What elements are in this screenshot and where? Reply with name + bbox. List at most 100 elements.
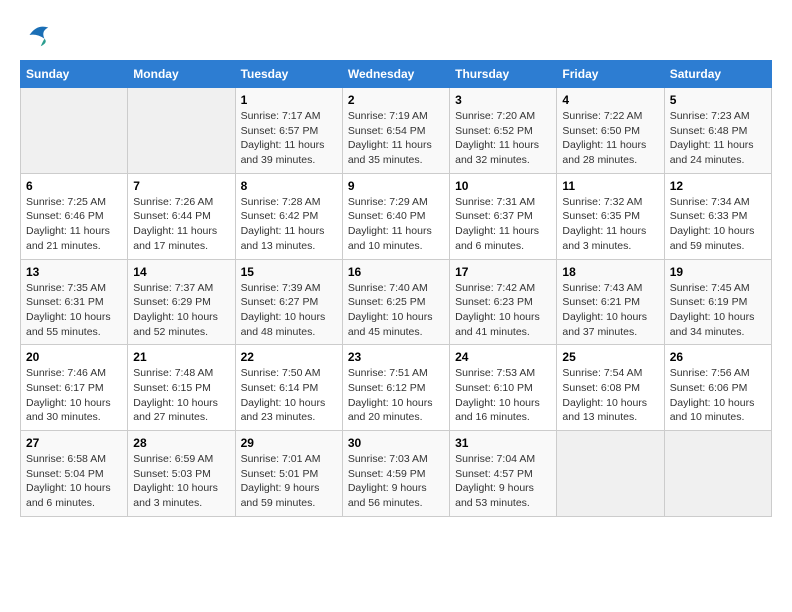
- day-number: 24: [455, 350, 551, 364]
- day-number: 3: [455, 93, 551, 107]
- day-info: Sunrise: 7:56 AM Sunset: 6:06 PM Dayligh…: [670, 366, 766, 425]
- calendar-week-row: 1 Sunrise: 7:17 AM Sunset: 6:57 PM Daylig…: [21, 88, 772, 174]
- calendar-week-row: 6 Sunrise: 7:25 AM Sunset: 6:46 PM Daylig…: [21, 173, 772, 259]
- calendar-cell: 24 Sunrise: 7:53 AM Sunset: 6:10 PM Dayli…: [450, 345, 557, 431]
- calendar-header-row: SundayMondayTuesdayWednesdayThursdayFrid…: [21, 61, 772, 88]
- day-number: 29: [241, 436, 337, 450]
- day-info: Sunrise: 7:20 AM Sunset: 6:52 PM Dayligh…: [455, 109, 551, 168]
- calendar-cell: 3 Sunrise: 7:20 AM Sunset: 6:52 PM Daylig…: [450, 88, 557, 174]
- day-info: Sunrise: 7:54 AM Sunset: 6:08 PM Dayligh…: [562, 366, 658, 425]
- day-info: Sunrise: 7:43 AM Sunset: 6:21 PM Dayligh…: [562, 281, 658, 340]
- day-number: 7: [133, 179, 229, 193]
- day-number: 4: [562, 93, 658, 107]
- day-number: 31: [455, 436, 551, 450]
- day-header-monday: Monday: [128, 61, 235, 88]
- page-header: [20, 20, 772, 50]
- day-number: 5: [670, 93, 766, 107]
- day-info: Sunrise: 7:17 AM Sunset: 6:57 PM Dayligh…: [241, 109, 337, 168]
- calendar-cell: 7 Sunrise: 7:26 AM Sunset: 6:44 PM Daylig…: [128, 173, 235, 259]
- day-info: Sunrise: 7:34 AM Sunset: 6:33 PM Dayligh…: [670, 195, 766, 254]
- calendar-cell: 19 Sunrise: 7:45 AM Sunset: 6:19 PM Dayli…: [664, 259, 771, 345]
- calendar-cell: 5Sunrise: 7:23 AM Sunset: 6:48 PM Daylig…: [664, 88, 771, 174]
- calendar-cell: 12 Sunrise: 7:34 AM Sunset: 6:33 PM Dayli…: [664, 173, 771, 259]
- day-info: Sunrise: 7:37 AM Sunset: 6:29 PM Dayligh…: [133, 281, 229, 340]
- calendar-week-row: 20 Sunrise: 7:46 AM Sunset: 6:17 PM Dayli…: [21, 345, 772, 431]
- day-info: Sunrise: 7:29 AM Sunset: 6:40 PM Dayligh…: [348, 195, 444, 254]
- calendar-cell: 23 Sunrise: 7:51 AM Sunset: 6:12 PM Dayli…: [342, 345, 449, 431]
- calendar-cell: 20 Sunrise: 7:46 AM Sunset: 6:17 PM Dayli…: [21, 345, 128, 431]
- day-info: Sunrise: 7:48 AM Sunset: 6:15 PM Dayligh…: [133, 366, 229, 425]
- day-number: 10: [455, 179, 551, 193]
- calendar-cell: 25Sunrise: 7:54 AM Sunset: 6:08 PM Dayli…: [557, 345, 664, 431]
- calendar-cell: 4 Sunrise: 7:22 AM Sunset: 6:50 PM Daylig…: [557, 88, 664, 174]
- day-info: Sunrise: 6:58 AM Sunset: 5:04 PM Dayligh…: [26, 452, 122, 511]
- day-info: Sunrise: 7:42 AM Sunset: 6:23 PM Dayligh…: [455, 281, 551, 340]
- day-number: 18: [562, 265, 658, 279]
- logo: [20, 20, 52, 50]
- day-number: 12: [670, 179, 766, 193]
- day-number: 8: [241, 179, 337, 193]
- day-number: 11: [562, 179, 658, 193]
- day-number: 19: [670, 265, 766, 279]
- day-header-saturday: Saturday: [664, 61, 771, 88]
- calendar-cell: 9Sunrise: 7:29 AM Sunset: 6:40 PM Daylig…: [342, 173, 449, 259]
- calendar-week-row: 13 Sunrise: 7:35 AM Sunset: 6:31 PM Dayli…: [21, 259, 772, 345]
- calendar-table: SundayMondayTuesdayWednesdayThursdayFrid…: [20, 60, 772, 517]
- day-info: Sunrise: 6:59 AM Sunset: 5:03 PM Dayligh…: [133, 452, 229, 511]
- day-info: Sunrise: 7:46 AM Sunset: 6:17 PM Dayligh…: [26, 366, 122, 425]
- day-info: Sunrise: 7:19 AM Sunset: 6:54 PM Dayligh…: [348, 109, 444, 168]
- day-info: Sunrise: 7:39 AM Sunset: 6:27 PM Dayligh…: [241, 281, 337, 340]
- day-info: Sunrise: 7:40 AM Sunset: 6:25 PM Dayligh…: [348, 281, 444, 340]
- calendar-cell: 8 Sunrise: 7:28 AM Sunset: 6:42 PM Daylig…: [235, 173, 342, 259]
- day-info: Sunrise: 7:26 AM Sunset: 6:44 PM Dayligh…: [133, 195, 229, 254]
- calendar-cell: 15 Sunrise: 7:39 AM Sunset: 6:27 PM Dayli…: [235, 259, 342, 345]
- day-info: Sunrise: 7:01 AM Sunset: 5:01 PM Dayligh…: [241, 452, 337, 511]
- calendar-cell: [664, 431, 771, 517]
- calendar-cell: 10Sunrise: 7:31 AM Sunset: 6:37 PM Dayli…: [450, 173, 557, 259]
- calendar-cell: 30 Sunrise: 7:03 AM Sunset: 4:59 PM Dayli…: [342, 431, 449, 517]
- day-info: Sunrise: 7:25 AM Sunset: 6:46 PM Dayligh…: [26, 195, 122, 254]
- day-info: Sunrise: 7:53 AM Sunset: 6:10 PM Dayligh…: [455, 366, 551, 425]
- calendar-cell: 17Sunrise: 7:42 AM Sunset: 6:23 PM Dayli…: [450, 259, 557, 345]
- day-header-tuesday: Tuesday: [235, 61, 342, 88]
- calendar-cell: 22Sunrise: 7:50 AM Sunset: 6:14 PM Dayli…: [235, 345, 342, 431]
- calendar-cell: 18 Sunrise: 7:43 AM Sunset: 6:21 PM Dayli…: [557, 259, 664, 345]
- day-number: 23: [348, 350, 444, 364]
- day-info: Sunrise: 7:03 AM Sunset: 4:59 PM Dayligh…: [348, 452, 444, 511]
- calendar-cell: 1 Sunrise: 7:17 AM Sunset: 6:57 PM Daylig…: [235, 88, 342, 174]
- calendar-cell: 28 Sunrise: 6:59 AM Sunset: 5:03 PM Dayli…: [128, 431, 235, 517]
- day-info: Sunrise: 7:28 AM Sunset: 6:42 PM Dayligh…: [241, 195, 337, 254]
- calendar-cell: 27 Sunrise: 6:58 AM Sunset: 5:04 PM Dayli…: [21, 431, 128, 517]
- calendar-cell: 26 Sunrise: 7:56 AM Sunset: 6:06 PM Dayli…: [664, 345, 771, 431]
- day-info: Sunrise: 7:04 AM Sunset: 4:57 PM Dayligh…: [455, 452, 551, 511]
- day-header-wednesday: Wednesday: [342, 61, 449, 88]
- calendar-cell: 29 Sunrise: 7:01 AM Sunset: 5:01 PM Dayli…: [235, 431, 342, 517]
- calendar-cell: 13 Sunrise: 7:35 AM Sunset: 6:31 PM Dayli…: [21, 259, 128, 345]
- day-number: 22: [241, 350, 337, 364]
- day-number: 20: [26, 350, 122, 364]
- day-info: Sunrise: 7:51 AM Sunset: 6:12 PM Dayligh…: [348, 366, 444, 425]
- day-number: 27: [26, 436, 122, 450]
- day-number: 28: [133, 436, 229, 450]
- calendar-cell: 16Sunrise: 7:40 AM Sunset: 6:25 PM Dayli…: [342, 259, 449, 345]
- calendar-cell: 31 Sunrise: 7:04 AM Sunset: 4:57 PM Dayli…: [450, 431, 557, 517]
- logo-bird-icon: [22, 20, 52, 50]
- day-info: Sunrise: 7:45 AM Sunset: 6:19 PM Dayligh…: [670, 281, 766, 340]
- day-header-friday: Friday: [557, 61, 664, 88]
- calendar-cell: 6 Sunrise: 7:25 AM Sunset: 6:46 PM Daylig…: [21, 173, 128, 259]
- day-number: 30: [348, 436, 444, 450]
- calendar-cell: 14Sunrise: 7:37 AM Sunset: 6:29 PM Dayli…: [128, 259, 235, 345]
- day-number: 6: [26, 179, 122, 193]
- calendar-cell: [557, 431, 664, 517]
- day-number: 1: [241, 93, 337, 107]
- calendar-cell: 2Sunrise: 7:19 AM Sunset: 6:54 PM Daylig…: [342, 88, 449, 174]
- calendar-cell: 11Sunrise: 7:32 AM Sunset: 6:35 PM Dayli…: [557, 173, 664, 259]
- day-number: 13: [26, 265, 122, 279]
- day-info: Sunrise: 7:22 AM Sunset: 6:50 PM Dayligh…: [562, 109, 658, 168]
- day-number: 26: [670, 350, 766, 364]
- day-header-thursday: Thursday: [450, 61, 557, 88]
- day-number: 15: [241, 265, 337, 279]
- day-number: 21: [133, 350, 229, 364]
- day-info: Sunrise: 7:35 AM Sunset: 6:31 PM Dayligh…: [26, 281, 122, 340]
- calendar-week-row: 27 Sunrise: 6:58 AM Sunset: 5:04 PM Dayli…: [21, 431, 772, 517]
